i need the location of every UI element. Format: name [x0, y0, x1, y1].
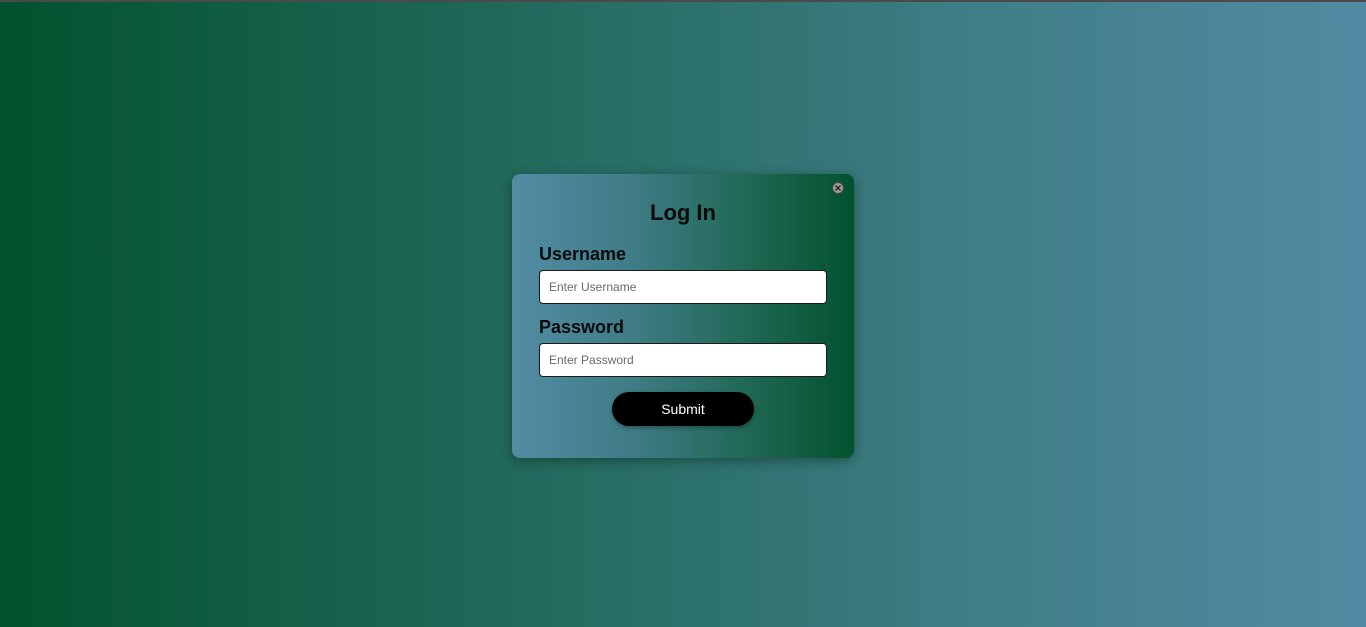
window-top-border: [0, 0, 1366, 2]
username-label: Username: [539, 244, 627, 264]
close-icon: [835, 185, 841, 191]
modal-title: Log In: [650, 200, 716, 225]
submit-button[interactable]: Submit: [612, 392, 754, 426]
page: { "colors": { "background_gradient": ["#…: [0, 0, 1366, 627]
close-button[interactable]: [832, 182, 844, 194]
username-input[interactable]: [539, 270, 827, 304]
password-label: Password: [539, 317, 625, 337]
password-input[interactable]: [539, 343, 827, 377]
login-modal: Log In Username Password Submit: [512, 174, 854, 458]
